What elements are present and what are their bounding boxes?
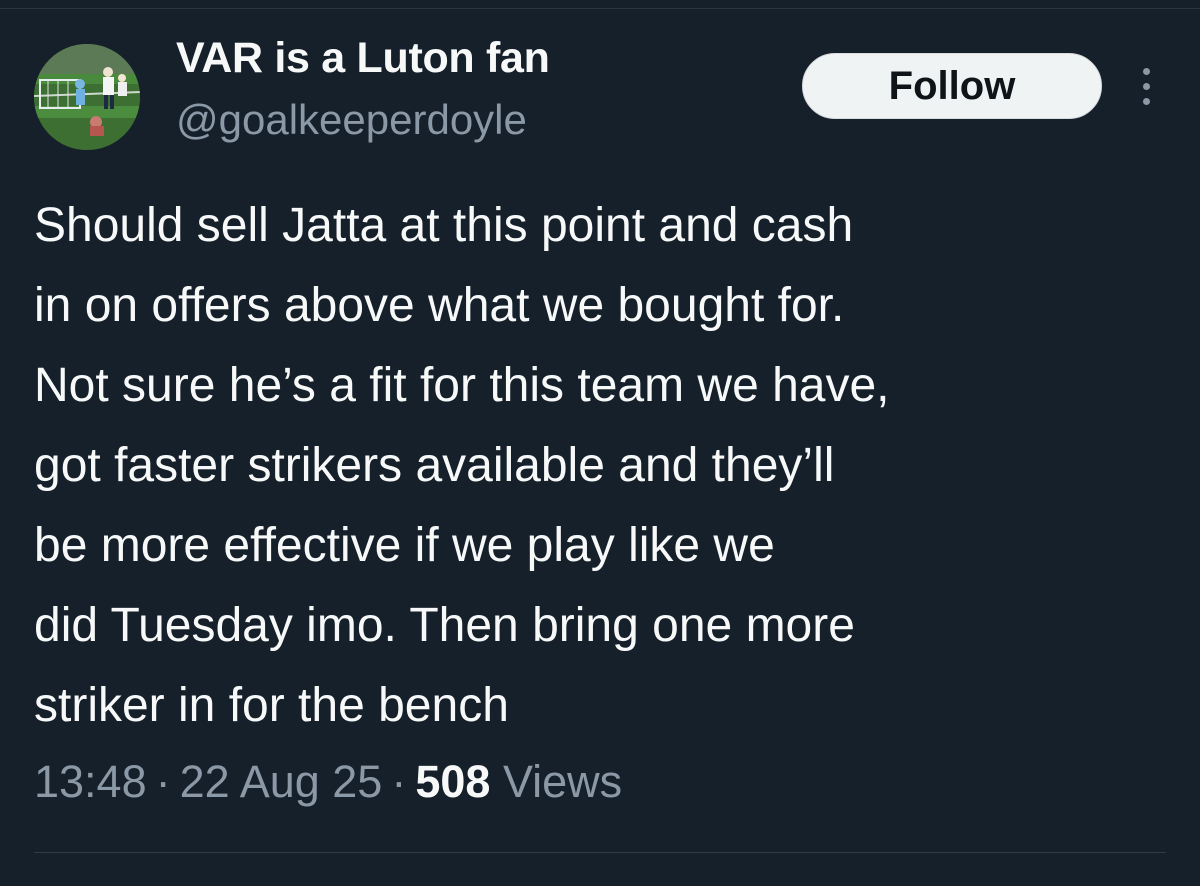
tweet-time[interactable]: 13:48 [34,756,147,807]
tweet-card: VAR is a Luton fan @goalkeeperdoyle Foll… [0,0,1200,886]
display-name[interactable]: VAR is a Luton fan [176,34,550,83]
tweet-text-line: in on offers above what we bought for. [34,279,845,332]
tweet-text-line: Not sure he’s a fit for this team we hav… [34,359,890,412]
views-label: Views [502,756,623,807]
follow-button[interactable]: Follow [802,53,1102,119]
more-dot [1143,68,1150,75]
avatar-image [34,44,140,150]
tweet-text-line: striker in for the bench [34,679,509,732]
avatar[interactable] [34,44,140,150]
tweet-text: Should sell Jatta at this point and cash… [34,186,1174,746]
user-handle[interactable]: @goalkeeperdoyle [176,96,527,144]
more-dot [1143,98,1150,105]
tweet-text-line: did Tuesday imo. Then bring one more [34,599,855,652]
views-count: 508 [415,756,491,807]
tweet-date[interactable]: 22 Aug 25 [180,756,383,807]
meta-separator: · [391,756,407,807]
tweet-text-line: Should sell Jatta at this point and cash [34,199,854,252]
bottom-divider [34,852,1166,853]
more-dot [1143,83,1150,90]
tweet-meta: 13:48 · 22 Aug 25 · 508 Views [34,756,622,808]
tweet-text-line: got faster strikers available and they’l… [34,439,835,492]
tweet-text-line: be more effective if we play like we [34,519,775,572]
more-vertical-icon[interactable] [1130,62,1164,112]
meta-separator: · [155,756,171,807]
